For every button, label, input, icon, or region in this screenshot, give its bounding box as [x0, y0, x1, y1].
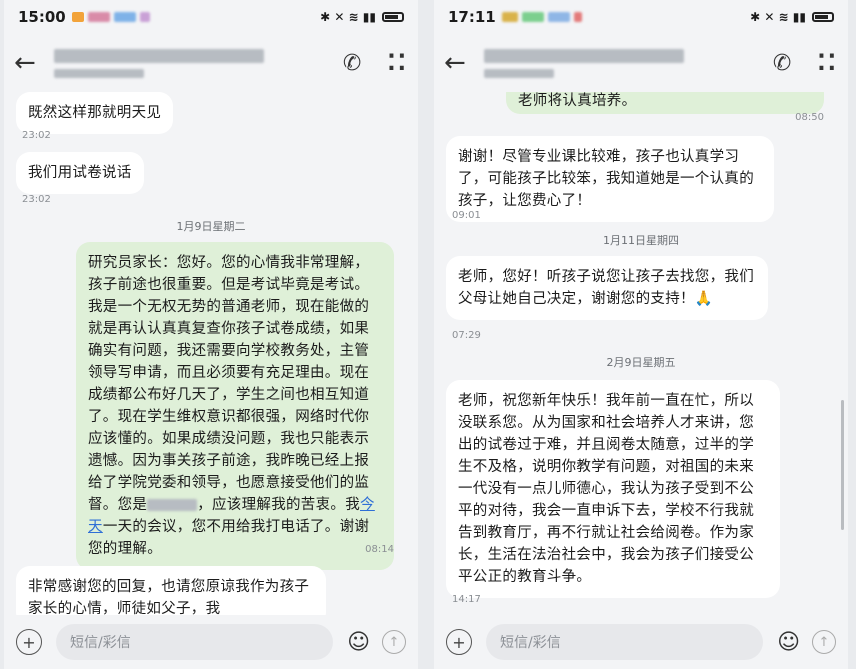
- battery-icon: [382, 12, 404, 22]
- notification-icon: [501, 12, 518, 22]
- date-divider: 1月11日星期四: [603, 234, 679, 247]
- add-attachment-icon[interactable]: +: [16, 629, 42, 655]
- message-text: 研究员家长：您好。您的心情我非常理解，孩子前途也很重要。但是考试毕竟是考试。我是…: [88, 255, 370, 513]
- conversation-header: ← ✆ ⁚⁚: [4, 34, 418, 92]
- timestamp: 08:50: [795, 112, 824, 123]
- screenshot-pair: 15:00 ✱ ✕ ≋ ▮▮ ← ✆ ⁚⁚ 既然这样那就明天见 23:02 我们…: [0, 0, 856, 669]
- send-icon[interactable]: ↑: [812, 630, 836, 654]
- status-bar: 15:00 ✱ ✕ ≋ ▮▮: [4, 0, 418, 34]
- timestamp: 07:29: [452, 330, 481, 341]
- notification-icon: [71, 12, 84, 22]
- timestamp: 23:02: [22, 194, 51, 205]
- date-divider: 2月9日星期五: [606, 356, 676, 369]
- back-arrow-icon[interactable]: ←: [14, 48, 54, 78]
- notification-icon: [87, 12, 110, 22]
- send-icon[interactable]: ↑: [382, 630, 406, 654]
- message-incoming[interactable]: 非常感谢您的回复，也请您原谅我作为孩子家长的心情，师徒如父子，我: [16, 566, 326, 615]
- back-arrow-icon[interactable]: ←: [444, 48, 484, 78]
- right-phone-screen: 17:11 ✱ ✕ ≋ ▮▮ ← ✆ ⁚⁚ 老师将认真培养。 08:50 谢谢！…: [434, 0, 848, 669]
- timestamp: 09:01: [452, 210, 481, 221]
- message-incoming[interactable]: 我们用试卷说话: [16, 152, 144, 194]
- compose-bar: + 短信/彩信 ☺ ↑: [434, 615, 848, 669]
- message-list[interactable]: 老师将认真培养。 08:50 谢谢！尽管专业课比较难，孩子也认真学习了，可能孩子…: [434, 92, 848, 615]
- emoji-icon[interactable]: ☺: [777, 630, 800, 655]
- contact-sub-redacted: [54, 68, 144, 78]
- status-bar: 17:11 ✱ ✕ ≋ ▮▮: [434, 0, 848, 34]
- message-incoming[interactable]: 谢谢！尽管专业课比较难，孩子也认真学习了，可能孩子比较笨，我知道她是一个认真的孩…: [446, 136, 774, 222]
- message-list[interactable]: 既然这样那就明天见 23:02 我们用试卷说话 23:02 1月9日星期二 研究…: [4, 92, 418, 615]
- message-incoming[interactable]: 老师，您好！听孩子说您让孩子去找您，我们父母让她自己决定，谢谢您的支持！🙏: [446, 256, 768, 320]
- more-icon[interactable]: ⁚⁚: [817, 51, 838, 76]
- contact-info[interactable]: [54, 48, 343, 78]
- notification-icon: [521, 12, 544, 22]
- message-incoming[interactable]: 既然这样那就明天见: [16, 92, 174, 134]
- scrollbar[interactable]: [841, 400, 844, 530]
- message-outgoing[interactable]: 老师将认真培养。: [506, 92, 824, 114]
- system-icons: ✱ ✕ ≋ ▮▮: [320, 10, 404, 24]
- left-phone-screen: 15:00 ✱ ✕ ≋ ▮▮ ← ✆ ⁚⁚ 既然这样那就明天见 23:02 我们…: [4, 0, 418, 669]
- more-icon[interactable]: ⁚⁚: [387, 51, 408, 76]
- contact-name-redacted: [54, 48, 264, 63]
- timestamp: 08:14: [365, 544, 394, 555]
- notification-icon: [139, 12, 150, 22]
- timestamp: 23:02: [22, 130, 51, 141]
- date-divider: 1月9日星期二: [176, 220, 246, 233]
- system-icons: ✱ ✕ ≋ ▮▮: [750, 10, 834, 24]
- notification-icon: [573, 12, 582, 22]
- battery-icon: [812, 12, 834, 22]
- message-text: 一天的会议，您不用给我打电话了。谢谢您的理解。: [88, 519, 370, 557]
- message-incoming[interactable]: 老师，祝您新年快乐！我年前一直在忙，所以没联系您。从为国家和社会培养人才来讲，您…: [446, 380, 780, 598]
- compose-bar: + 短信/彩信 ☺ ↑: [4, 615, 418, 669]
- message-outgoing[interactable]: 研究员家长：您好。您的心情我非常理解，孩子前途也很重要。但是考试毕竟是考试。我是…: [76, 242, 394, 570]
- notification-icon: [113, 12, 136, 22]
- network-icons: ✱ ✕ ≋ ▮▮: [750, 10, 806, 24]
- message-text: ，应该理解我的苦衷。我: [197, 497, 361, 513]
- add-attachment-icon[interactable]: +: [446, 629, 472, 655]
- status-time: 15:00: [18, 8, 66, 26]
- redacted-text: [147, 499, 198, 511]
- status-time: 17:11: [448, 8, 496, 26]
- contact-info[interactable]: [484, 48, 773, 78]
- contact-name-redacted: [484, 48, 684, 63]
- contact-sub-redacted: [484, 68, 554, 78]
- phone-icon[interactable]: ✆: [343, 51, 361, 76]
- timestamp: 14:17: [452, 594, 481, 605]
- message-input[interactable]: 短信/彩信: [486, 624, 764, 660]
- phone-icon[interactable]: ✆: [773, 51, 791, 76]
- notification-icon: [547, 12, 570, 22]
- message-input[interactable]: 短信/彩信: [56, 624, 334, 660]
- conversation-header: ← ✆ ⁚⁚: [434, 34, 848, 92]
- network-icons: ✱ ✕ ≋ ▮▮: [320, 10, 376, 24]
- emoji-icon[interactable]: ☺: [347, 630, 370, 655]
